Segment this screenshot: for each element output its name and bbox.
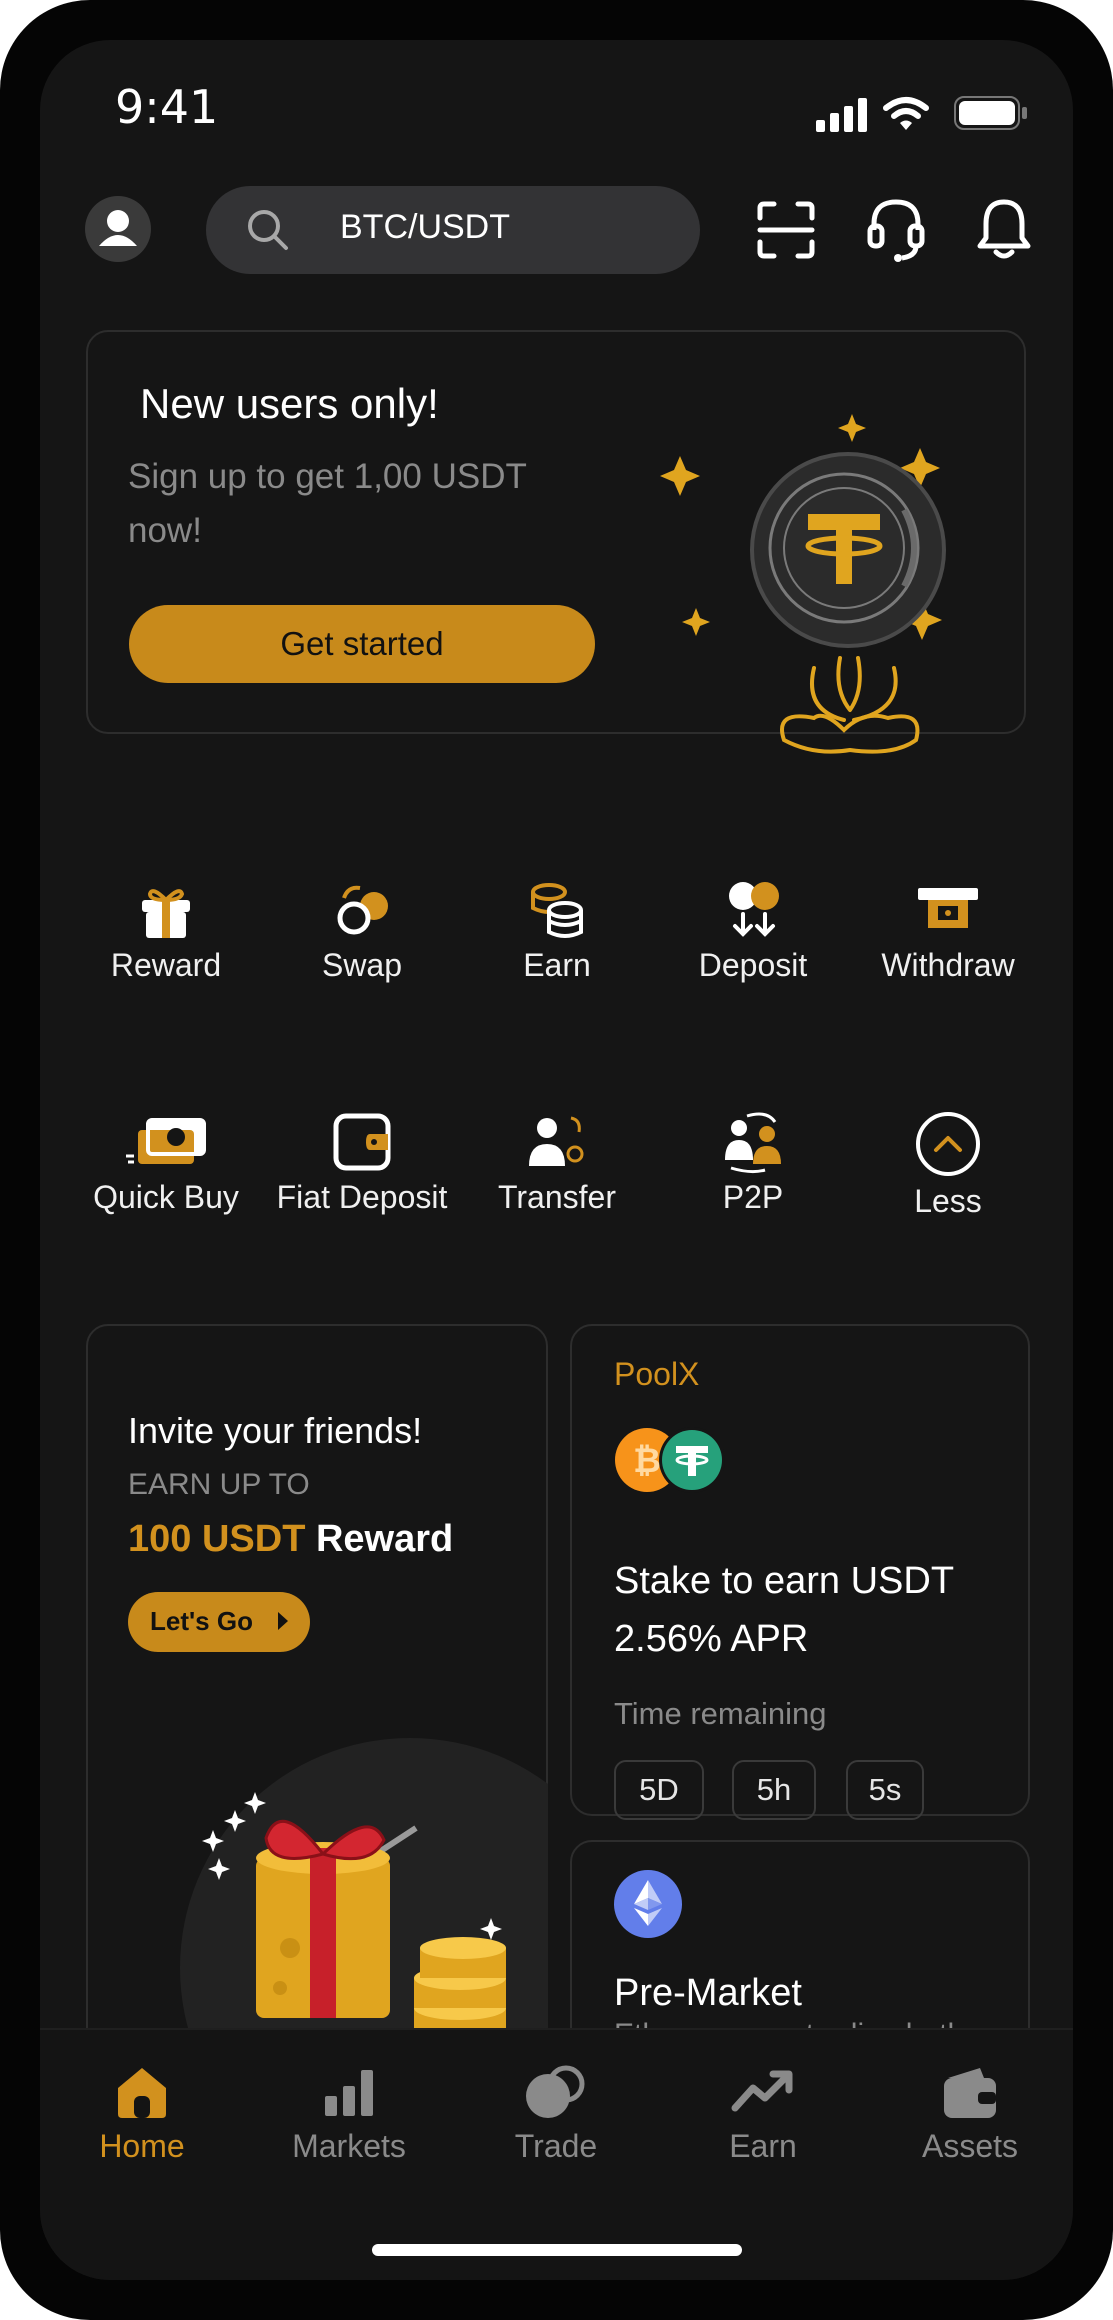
transfer-icon (529, 1116, 584, 1166)
premarket-title: Pre-Market (614, 1972, 802, 2014)
battery-icon (954, 96, 1028, 135)
tab-label: Assets (921, 2128, 1019, 2164)
get-started-button[interactable]: Get started (129, 605, 595, 683)
banner-subtitle: Sign up to get 1,00 USDT now! (128, 457, 527, 550)
bar-chart-icon (325, 2070, 373, 2116)
lets-go-label: Let's Go (150, 1606, 253, 1636)
time-remaining-label: Time remaining (614, 1696, 827, 1731)
invite-reward-line: 100 USDT Reward (128, 1518, 453, 1561)
action-label: Deposit (698, 947, 808, 983)
poolx-title: Stake to earn USDT (614, 1560, 955, 1602)
search-icon (248, 210, 288, 250)
countdown-hours: 5h (732, 1760, 816, 1820)
countdown-seconds: 5s (846, 1760, 924, 1820)
poolx-apr: 2.56% APR (614, 1618, 809, 1660)
avatar[interactable] (85, 196, 151, 262)
tab-home[interactable]: Home (52, 2064, 232, 2165)
chevron-up-icon (916, 1112, 980, 1176)
action-deposit[interactable]: Deposit (655, 878, 851, 984)
bell-icon[interactable] (976, 196, 1032, 267)
caret-right-icon (278, 1612, 288, 1630)
tab-label: Markets (292, 2128, 406, 2164)
banner-title: New users only! (140, 380, 439, 427)
action-p2p[interactable]: P2P (655, 1110, 851, 1216)
signal-icon (816, 98, 868, 137)
poolx-brand: PoolX (614, 1356, 700, 1392)
tab-label: Trade (514, 2128, 598, 2164)
action-quick-buy[interactable]: Quick Buy (68, 1110, 264, 1216)
svg-text:₿: ₿ (633, 1441, 661, 1481)
deposit-icon (729, 882, 779, 937)
action-transfer[interactable]: Transfer (459, 1110, 655, 1216)
p2p-icon (725, 1112, 781, 1174)
search-input[interactable]: BTC/USDT (340, 208, 510, 247)
token-pair-icons: ₿ (614, 1426, 730, 1499)
ethereum-icon (614, 1870, 682, 1943)
action-label: Reward (110, 947, 222, 983)
action-withdraw[interactable]: Withdraw (850, 878, 1046, 984)
invite-title: Invite your friends! (128, 1410, 423, 1451)
gift-icon (142, 889, 190, 938)
action-label: Less (914, 1183, 982, 1219)
tab-markets[interactable]: Markets (259, 2064, 439, 2165)
action-label: Earn (523, 947, 591, 983)
tab-assets[interactable]: Assets (880, 2064, 1060, 2165)
home-icon (118, 2068, 166, 2118)
action-label: Withdraw (881, 947, 1015, 983)
wallet-icon (333, 1113, 391, 1171)
action-less[interactable]: Less (850, 1110, 1046, 1220)
lets-go-button[interactable]: Let's Go (128, 1592, 310, 1652)
user-icon (99, 210, 137, 246)
tab-trade[interactable]: Trade (466, 2064, 646, 2165)
countdown-days: 5D (614, 1760, 704, 1820)
tab-label: Earn (729, 2128, 797, 2164)
usdt-coin-illustration (654, 410, 1004, 775)
gift-illustration (170, 1708, 640, 2198)
headset-icon[interactable] (866, 196, 926, 269)
wifi-icon (882, 96, 930, 137)
wallet-icon (944, 2068, 996, 2118)
action-label: Quick Buy (93, 1179, 239, 1215)
swap-icon (337, 885, 388, 935)
action-label: Transfer (498, 1179, 616, 1215)
action-earn[interactable]: Earn (459, 878, 655, 984)
home-indicator[interactable] (372, 2244, 742, 2256)
scan-icon[interactable] (756, 200, 816, 265)
invite-reward-word: Reward (315, 1518, 454, 1560)
trade-icon (526, 2065, 585, 2118)
cash-icon (126, 1118, 206, 1164)
action-label: Swap (321, 947, 403, 983)
status-time: 9:41 (115, 80, 219, 134)
action-label: P2P (722, 1179, 784, 1215)
invite-earn-label: EARN UP TO (128, 1468, 310, 1501)
app-screen: 9:41 BTC/USDT New users only! Sign up to… (40, 40, 1073, 2280)
trend-up-icon (731, 2070, 793, 2112)
tab-earn[interactable]: Earn (673, 2064, 853, 2165)
action-swap[interactable]: Swap (264, 878, 460, 984)
tab-label: Home (99, 2128, 185, 2164)
coins-icon (531, 883, 583, 938)
withdraw-icon (918, 888, 978, 928)
invite-amount: 100 USDT (128, 1518, 306, 1560)
action-fiat-deposit[interactable]: Fiat Deposit (264, 1110, 460, 1216)
action-reward[interactable]: Reward (68, 878, 264, 984)
action-label: Fiat Deposit (276, 1179, 448, 1215)
